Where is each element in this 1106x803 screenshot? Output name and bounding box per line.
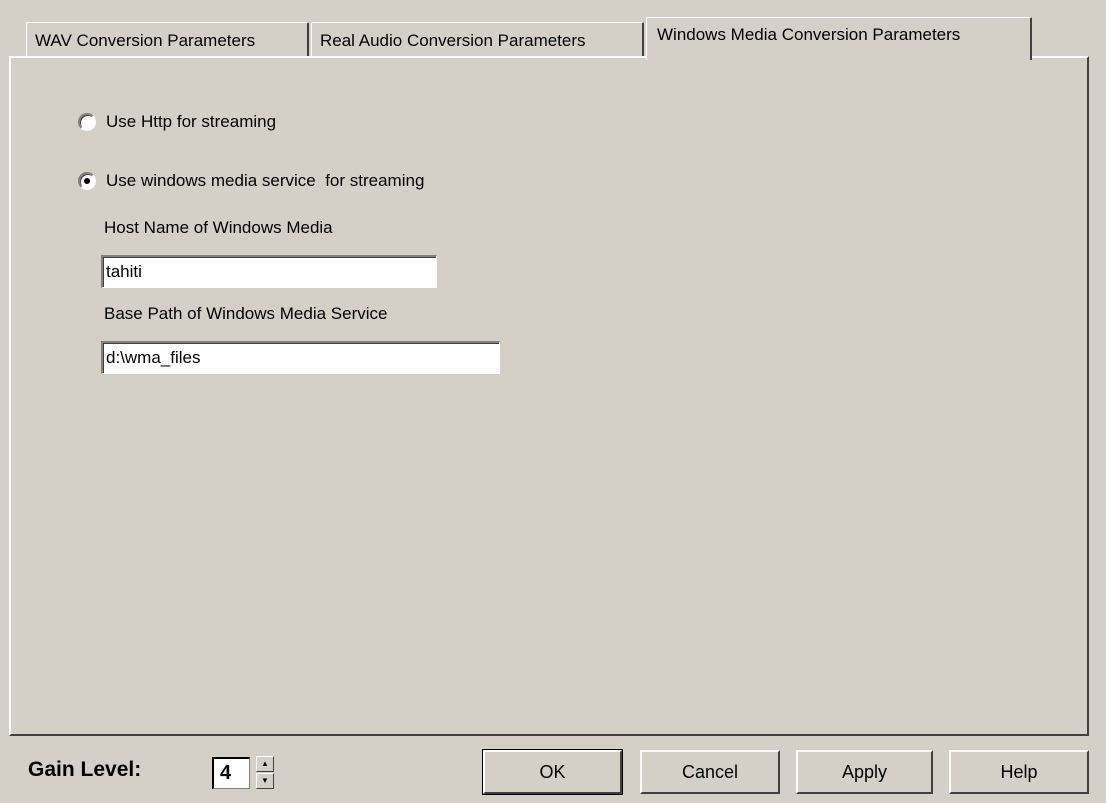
spin-down-icon[interactable]: ▼ [256,773,274,789]
tab-windows-media-conversion[interactable]: Windows Media Conversion Parameters [646,17,1032,60]
spin-up-icon[interactable]: ▲ [256,756,274,772]
tab-wav-conversion[interactable]: WAV Conversion Parameters [26,22,309,58]
ok-button[interactable]: OK [482,749,623,795]
host-name-label: Host Name of Windows Media [104,218,333,237]
wms-streaming-radio[interactable]: Use windows media service for streaming [78,169,424,193]
tab-real-audio-conversion[interactable]: Real Audio Conversion Parameters [311,22,644,58]
host-name-input[interactable] [101,255,437,288]
base-path-label: Base Path of Windows Media Service [104,304,388,323]
http-streaming-radio[interactable]: Use Http for streaming [78,110,276,134]
cancel-button[interactable]: Cancel [640,750,780,794]
radio-unselected-icon [78,113,96,131]
help-button[interactable]: Help [949,750,1089,794]
gain-level-label: Gain Level: [28,758,142,781]
tab-panel [9,56,1089,736]
apply-button[interactable]: Apply [796,750,933,794]
active-tab-joint [647,55,1030,59]
radio-selected-icon [78,172,96,190]
gain-level-value[interactable]: 4 [212,757,250,789]
http-streaming-label: Use Http for streaming [106,112,277,131]
wms-streaming-label: Use windows media service for streaming [106,171,425,190]
base-path-input[interactable] [101,341,500,374]
